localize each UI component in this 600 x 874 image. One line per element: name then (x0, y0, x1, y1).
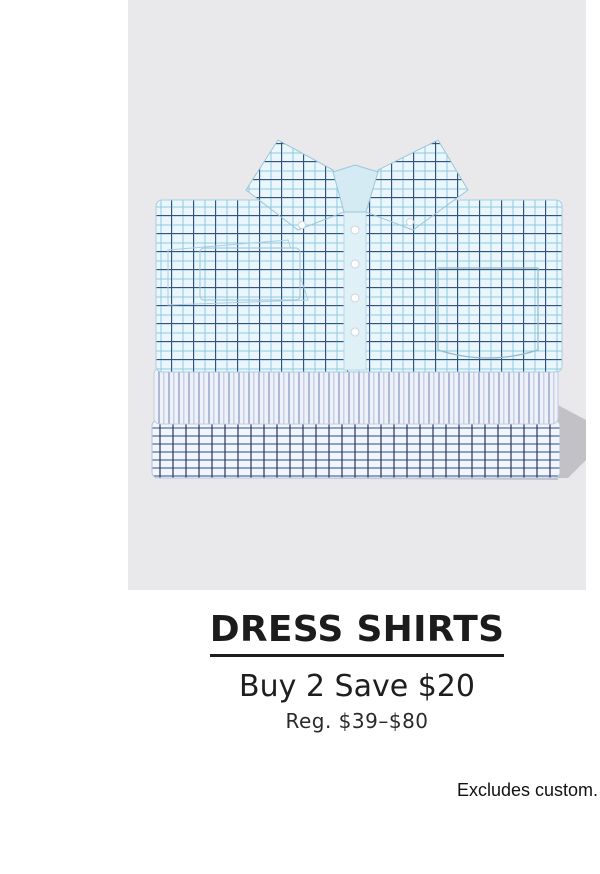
dress-shirts-link[interactable]: DRESS SHIRTS (209, 608, 505, 657)
exclusion-note: Excludes custom. (456, 780, 598, 800)
promo-block: DRESS SHIRTS Buy 2 Save $20 Reg. $39–$80 (128, 608, 586, 733)
regular-price: Reg. $39–$80 (285, 709, 429, 733)
stacked-shirts-illustration (151, 139, 586, 480)
offer-text: Buy 2 Save $20 (239, 669, 475, 704)
hero-image[interactable] (128, 0, 586, 590)
